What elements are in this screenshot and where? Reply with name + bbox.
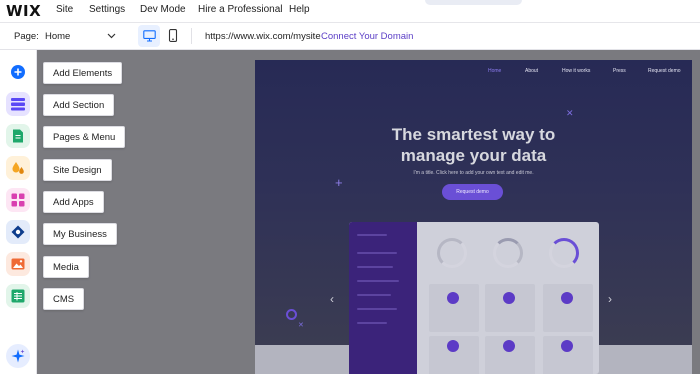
cms-label[interactable]: CMS: [43, 288, 85, 310]
toolbar-divider: [191, 28, 192, 44]
pages-menu-label[interactable]: Pages & Menu: [43, 126, 126, 148]
hero-headline[interactable]: The smartest way to manage your data: [255, 124, 692, 166]
mockup-dot: [447, 340, 459, 352]
wix-logo[interactable]: WIX: [6, 2, 41, 20]
media-label[interactable]: Media: [43, 256, 89, 278]
left-sidebar: [0, 50, 37, 374]
add-elements-label[interactable]: Add Elements: [43, 62, 123, 84]
site-design-button[interactable]: [6, 156, 30, 180]
hero-headline-line-1: The smartest way to: [391, 125, 556, 144]
menu-dev-mode[interactable]: Dev Mode: [140, 4, 186, 15]
plus-decoration-icon: +: [335, 175, 343, 190]
section-icon: [11, 98, 25, 111]
add-section-label[interactable]: Add Section: [43, 94, 115, 116]
menu-site[interactable]: Site: [56, 4, 73, 15]
my-business-button[interactable]: [6, 220, 30, 244]
chevron-right-icon[interactable]: ›: [608, 292, 612, 306]
page-toolbar: Page: Home https://www.wix.com/mysite Co…: [0, 23, 700, 50]
image-icon: [11, 258, 25, 270]
menu-hire-a-professional[interactable]: Hire a Professional: [198, 4, 282, 15]
business-icon: [11, 225, 25, 239]
chevron-down-icon[interactable]: [106, 30, 117, 41]
plus-icon: [11, 65, 25, 79]
sparkle-icon: [11, 349, 25, 363]
add-apps-label[interactable]: Add Apps: [43, 191, 104, 213]
mockup-dot: [503, 292, 515, 304]
top-notch: [425, 0, 522, 5]
mockup-ring-chart: [549, 238, 579, 268]
ring-decoration-icon: [286, 309, 297, 320]
mockup-dot: [561, 340, 573, 352]
cms-button[interactable]: [6, 284, 30, 308]
x-decoration-icon: ✕: [298, 322, 304, 329]
design-drops-icon: [12, 162, 24, 174]
my-business-label[interactable]: My Business: [43, 223, 117, 245]
request-demo-button[interactable]: Request demo: [442, 184, 503, 200]
mockup-dot: [561, 292, 573, 304]
desktop-view-button[interactable]: [138, 25, 160, 47]
hero-subtitle[interactable]: I'm a title. Click here to add your own …: [255, 170, 692, 176]
menu-settings[interactable]: Settings: [89, 4, 125, 15]
add-section-button[interactable]: [6, 92, 30, 116]
ai-assistant-button[interactable]: [6, 344, 30, 368]
mockup-sidebar: [349, 222, 417, 374]
site-nav-press[interactable]: Press: [613, 68, 626, 74]
x-decoration-icon: ✕: [566, 108, 574, 118]
media-button[interactable]: [6, 252, 30, 276]
site-url: https://www.wix.com/mysite: [205, 31, 321, 42]
connect-domain-link[interactable]: Connect Your Domain: [321, 31, 413, 42]
top-bar: WIX Site Settings Dev Mode Hire a Profes…: [0, 0, 700, 23]
site-nav-request-demo[interactable]: Request demo: [648, 68, 681, 74]
dashboard-mockup-image[interactable]: [349, 222, 599, 374]
menu-help[interactable]: Help: [289, 4, 310, 15]
mobile-icon: [168, 29, 178, 42]
pages-menu-button[interactable]: [6, 124, 30, 148]
mockup-dot: [447, 292, 459, 304]
apps-grid-icon: [11, 193, 25, 207]
site-design-label[interactable]: Site Design: [43, 159, 112, 181]
desktop-icon: [143, 30, 156, 42]
mockup-ring-chart: [493, 238, 523, 268]
page-selector[interactable]: Home: [45, 31, 70, 42]
site-nav-how-it-works[interactable]: How it works: [562, 68, 590, 74]
mockup-dot: [503, 340, 515, 352]
page-icon: [13, 129, 23, 143]
mobile-view-button[interactable]: [162, 25, 184, 47]
site-nav-about[interactable]: About: [525, 68, 538, 74]
add-apps-button[interactable]: [6, 188, 30, 212]
site-preview[interactable]: Home About How it works Press Request de…: [255, 60, 692, 374]
table-icon: [11, 289, 25, 303]
add-elements-button[interactable]: [6, 60, 30, 84]
page-label: Page:: [14, 31, 39, 42]
mockup-ring-chart: [437, 238, 467, 268]
site-nav-home[interactable]: Home: [488, 68, 501, 74]
hero-headline-line-2: manage your data: [400, 146, 547, 165]
chevron-left-icon[interactable]: ‹: [330, 292, 334, 306]
